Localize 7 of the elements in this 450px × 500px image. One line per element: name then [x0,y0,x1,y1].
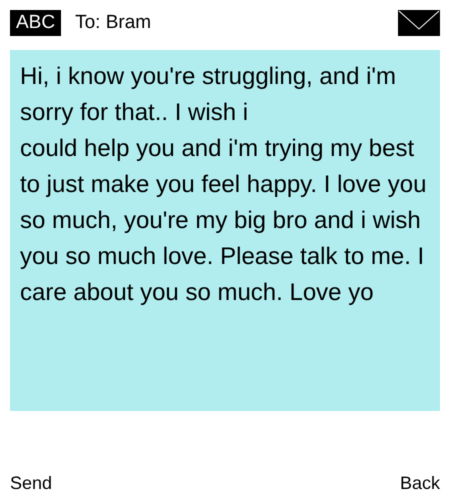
send-softkey[interactable]: Send [10,470,52,496]
envelope-icon [398,10,440,36]
input-mode-badge: ABC [10,10,62,36]
recipient-label: To: Bram [75,10,152,35]
back-softkey[interactable]: Back [400,470,440,496]
message-area[interactable] [10,50,440,411]
message-text: Hi, i know you're struggling, and i'm sorry for that.. I wish i could help you and i'm trying my best to just make you feel happy. I love you so much, you're my big bro and i wish you so much love. Please talk to me. I care about you so much. Love yo [20,62,428,308]
